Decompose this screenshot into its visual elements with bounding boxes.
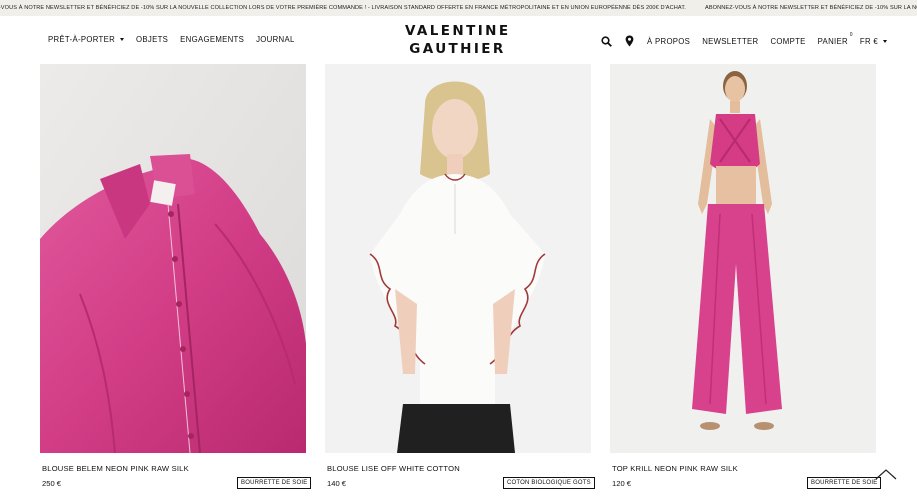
nav-item-compte[interactable]: COMPTE [770,37,805,46]
logo-line-2: GAUTHIER [409,41,506,57]
product-card[interactable]: BLOUSE BELEM NEON PINK RAW SILK 250 € BO… [40,64,312,489]
locale-label: FR € [859,36,878,46]
product-material-tag: BOURRETTE DE SOIE [807,477,882,489]
site-header: PRÊT-À-PORTER OBJETS ENGAGEMENTS JOURNAL… [0,16,917,64]
nav-item-journal[interactable]: JOURNAL [256,35,295,44]
product-card[interactable]: TOP KRILL NEON PINK RAW SILK 120 € BOURR… [610,64,882,489]
product-image-pink-top-and-trousers[interactable] [610,64,876,453]
logo-line-1: VALENTINE [405,23,511,39]
product-image-pink-shirt[interactable] [40,64,306,453]
brand-logo[interactable]: VALENTINE GAUTHIER [405,22,510,58]
chevron-up-icon [875,469,897,480]
product-price: 250 € [42,479,62,488]
nav-item-label: ENGAGEMENTS [180,35,245,44]
utility-nav: À PROPOS NEWSLETTER COMPTE PANIER 0 FR € [589,32,887,47]
nav-item-label: OBJETS [136,35,169,44]
product-card[interactable]: BLOUSE LISE OFF WHITE COTTON 140 € COTON… [325,64,595,489]
product-material-tag: COTON BIOLOGIQUE GOTS [503,477,595,489]
product-price: 120 € [612,479,632,488]
nav-item-pret-a-porter[interactable]: PRÊT-À-PORTER [48,35,125,44]
product-name[interactable]: BLOUSE LISE OFF WHITE COTTON [327,464,460,473]
announcement-text-repeat: ABONNEZ-VOUS À NOTRE NEWSLETTER ET BÉNÉF… [705,5,917,11]
nav-item-newsletter[interactable]: NEWSLETTER [702,37,758,46]
product-material-tag: BOURRETTE DE SOIE [237,477,312,489]
cart-count-badge: 0 [849,31,853,38]
announcement-text: ZY-VOUS À NOTRE NEWSLETTER ET BÉNÉFICIEZ… [0,5,686,11]
nav-item-objets[interactable]: OBJETS [136,35,168,44]
product-name[interactable]: BLOUSE BELEM NEON PINK RAW SILK [42,464,189,473]
cart-link[interactable]: PANIER 0 [817,32,853,46]
main-nav: PRÊT-À-PORTER OBJETS ENGAGEMENTS JOURNAL [48,35,307,44]
nav-item-a-propos[interactable]: À PROPOS [647,37,690,46]
product-image-white-blouse[interactable] [325,64,591,453]
cart-label: PANIER [817,36,848,46]
nav-item-engagements[interactable]: ENGAGEMENTS [180,35,244,44]
nav-item-label: PRÊT-À-PORTER [48,35,116,44]
scroll-to-top-button[interactable] [874,467,898,481]
product-price: 140 € [327,479,347,488]
search-icon[interactable] [600,35,612,47]
nav-item-label: JOURNAL [256,35,295,44]
locale-selector[interactable]: FR € [860,37,887,46]
location-pin-icon[interactable] [623,35,635,47]
chevron-down-icon [120,38,125,41]
chevron-down-icon [883,39,887,43]
announcement-bar: ZY-VOUS À NOTRE NEWSLETTER ET BÉNÉFICIEZ… [0,0,917,16]
product-name[interactable]: TOP KRILL NEON PINK RAW SILK [612,464,738,473]
